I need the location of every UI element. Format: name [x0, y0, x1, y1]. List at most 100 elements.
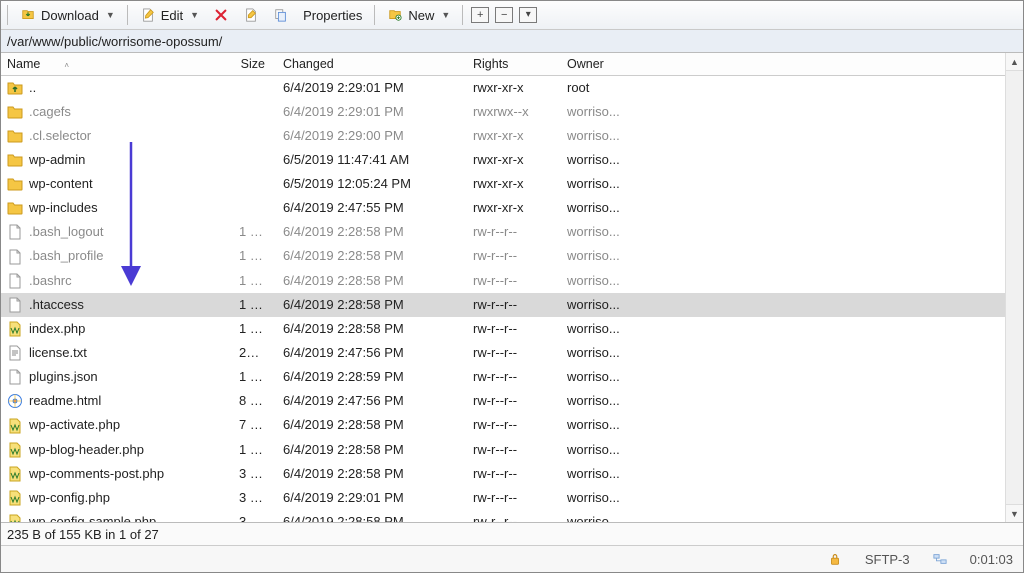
file-owner: worriso...	[561, 486, 647, 510]
file-row[interactable]: index.php1 KB6/4/2019 2:28:58 PMrw-r--r-…	[1, 317, 1005, 341]
file-row[interactable]: ..6/4/2019 2:29:01 PMrwxr-xr-xroot	[1, 75, 1005, 100]
path-bar[interactable]: /var/www/public/worrisome-opossum/	[1, 30, 1023, 53]
file-row[interactable]: wp-admin6/5/2019 11:47:41 AMrwxr-xr-xwor…	[1, 148, 1005, 172]
file-row[interactable]: .htaccess1 KB6/4/2019 2:28:58 PMrw-r--r-…	[1, 293, 1005, 317]
download-button[interactable]: Download ▼	[16, 5, 119, 25]
delete-button[interactable]	[209, 5, 233, 25]
file-size	[233, 172, 277, 196]
sort-asc-icon: ˄	[64, 61, 69, 70]
file-row[interactable]: license.txt20 KB6/4/2019 2:47:56 PMrw-r-…	[1, 341, 1005, 365]
php-icon	[7, 442, 23, 458]
file-name: wp-admin	[29, 150, 85, 170]
file-owner: root	[561, 75, 647, 100]
file-size	[233, 124, 277, 148]
file-rights: rwxrwx--x	[467, 100, 561, 124]
file-rights: rw-r--r--	[467, 462, 561, 486]
file-list-container: Name˄ Size Changed Rights Owner ..6/4/20…	[1, 53, 1023, 522]
file-changed: 6/4/2019 2:47:55 PM	[277, 196, 467, 220]
toolbar: Download ▼ Edit ▼ Properties New ▼ +	[1, 1, 1023, 30]
file-rights: rw-r--r--	[467, 220, 561, 244]
selection-status-text: 235 B of 155 KB in 1 of 27	[7, 527, 159, 542]
new-button[interactable]: New ▼	[383, 5, 454, 25]
file-changed: 6/4/2019 2:28:58 PM	[277, 413, 467, 437]
session-name: SFTP-3	[865, 552, 910, 567]
file-row[interactable]: wp-content6/5/2019 12:05:24 PMrwxr-xr-xw…	[1, 172, 1005, 196]
scroll-up-icon[interactable]: ▲	[1006, 53, 1023, 71]
expand-all-button[interactable]: +	[471, 7, 489, 23]
file-size: 1 KB	[233, 293, 277, 317]
download-label: Download	[41, 8, 99, 23]
file-row[interactable]: wp-config.php3 KB6/4/2019 2:29:01 PMrw-r…	[1, 486, 1005, 510]
file-size	[233, 75, 277, 100]
copy-icon	[273, 7, 289, 23]
file-icon	[7, 369, 23, 385]
file-rights: rwxr-xr-x	[467, 196, 561, 220]
file-owner: worriso...	[561, 148, 647, 172]
file-owner: worriso...	[561, 438, 647, 462]
file-changed: 6/4/2019 2:29:00 PM	[277, 124, 467, 148]
properties-button[interactable]: Properties	[299, 6, 366, 25]
col-changed[interactable]: Changed	[277, 53, 467, 75]
file-size: 3 KB	[233, 462, 277, 486]
file-size: 1 KB	[233, 220, 277, 244]
file-name: .bash_logout	[29, 222, 103, 242]
file-rights: rw-r--r--	[467, 389, 561, 413]
file-changed: 6/4/2019 2:28:58 PM	[277, 462, 467, 486]
file-rights: rwxr-xr-x	[467, 148, 561, 172]
lock-icon	[827, 551, 843, 567]
file-row[interactable]: wp-config-sample.php3 KB6/4/2019 2:28:58…	[1, 510, 1005, 522]
edit-label: Edit	[161, 8, 183, 23]
file-owner: worriso...	[561, 389, 647, 413]
edit-button[interactable]: Edit ▼	[136, 5, 203, 25]
file-rights: rw-r--r--	[467, 317, 561, 341]
rename-button[interactable]	[239, 5, 263, 25]
file-row[interactable]: .bash_logout1 KB6/4/2019 2:28:58 PMrw-r-…	[1, 220, 1005, 244]
html-icon	[7, 393, 23, 409]
file-list: Name˄ Size Changed Rights Owner ..6/4/20…	[1, 53, 1005, 522]
copy-button[interactable]	[269, 5, 293, 25]
col-owner[interactable]: Owner	[561, 53, 647, 75]
file-name: .bash_profile	[29, 246, 103, 266]
file-owner: worriso...	[561, 341, 647, 365]
file-row[interactable]: wp-activate.php7 KB6/4/2019 2:28:58 PMrw…	[1, 413, 1005, 437]
col-rights[interactable]: Rights	[467, 53, 561, 75]
file-size: 1 KB	[233, 244, 277, 268]
php-icon	[7, 321, 23, 337]
file-size	[233, 100, 277, 124]
file-size: 1 KB	[233, 365, 277, 389]
file-icon	[7, 297, 23, 313]
file-owner: worriso...	[561, 462, 647, 486]
file-row[interactable]: wp-blog-header.php1 KB6/4/2019 2:28:58 P…	[1, 438, 1005, 462]
file-row[interactable]: .bashrc1 KB6/4/2019 2:28:58 PMrw-r--r--w…	[1, 269, 1005, 293]
vertical-scrollbar[interactable]: ▲ ▼	[1005, 53, 1023, 522]
file-row[interactable]: .cagefs6/4/2019 2:29:01 PMrwxrwx--xworri…	[1, 100, 1005, 124]
file-owner: worriso...	[561, 293, 647, 317]
file-size: 1 KB	[233, 269, 277, 293]
file-row[interactable]: .bash_profile1 KB6/4/2019 2:28:58 PMrw-r…	[1, 244, 1005, 268]
file-size	[233, 196, 277, 220]
toolbar-separator	[127, 5, 128, 25]
file-owner: worriso...	[561, 124, 647, 148]
file-row[interactable]: wp-includes6/4/2019 2:47:55 PMrwxr-xr-xw…	[1, 196, 1005, 220]
file-row[interactable]: wp-comments-post.php3 KB6/4/2019 2:28:58…	[1, 462, 1005, 486]
selection-status-bar: 235 B of 155 KB in 1 of 27	[1, 522, 1023, 545]
file-row[interactable]: readme.html8 KB6/4/2019 2:47:56 PMrw-r--…	[1, 389, 1005, 413]
col-size[interactable]: Size	[233, 53, 277, 75]
file-size: 3 KB	[233, 510, 277, 522]
scroll-down-icon[interactable]: ▼	[1006, 504, 1023, 522]
current-path: /var/www/public/worrisome-opossum/	[7, 34, 222, 49]
file-row[interactable]: plugins.json1 KB6/4/2019 2:28:59 PMrw-r-…	[1, 365, 1005, 389]
col-name[interactable]: Name˄	[1, 53, 233, 75]
edit-icon	[140, 7, 156, 23]
file-size: 1 KB	[233, 317, 277, 341]
network-icon	[932, 551, 948, 567]
collapse-all-button[interactable]: −	[495, 7, 513, 23]
file-owner: worriso...	[561, 365, 647, 389]
new-label: New	[408, 8, 434, 23]
file-rights: rw-r--r--	[467, 244, 561, 268]
filter-button[interactable]: ▾	[519, 7, 537, 23]
php-icon	[7, 490, 23, 506]
file-row[interactable]: .cl.selector6/4/2019 2:29:00 PMrwxr-xr-x…	[1, 124, 1005, 148]
dropdown-icon: ▼	[190, 10, 199, 20]
file-rights: rwxr-xr-x	[467, 75, 561, 100]
